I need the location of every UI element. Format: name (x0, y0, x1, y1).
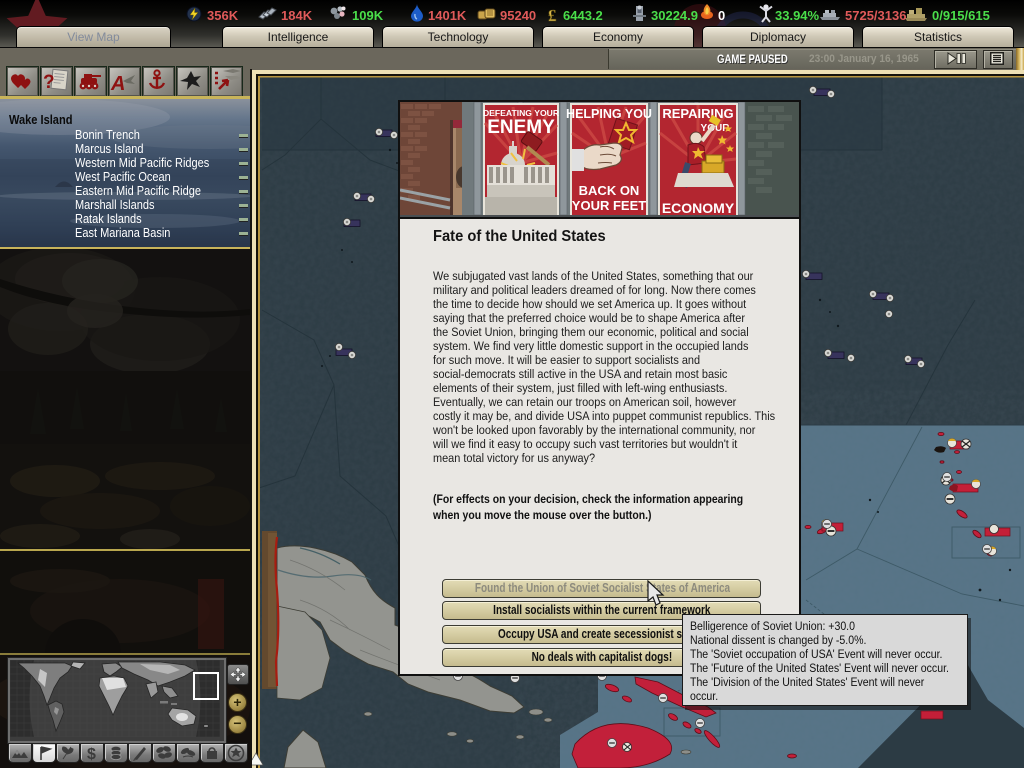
svg-text:A: A (110, 73, 125, 94)
svg-text:BACK ON: BACK ON (579, 183, 640, 198)
svg-text:ECONOMY: ECONOMY (662, 200, 735, 215)
svg-text:HELPING YOU: HELPING YOU (566, 107, 652, 121)
svg-text:$: $ (87, 746, 96, 762)
svg-text:£: £ (548, 6, 557, 25)
svg-text:ENEMY: ENEMY (487, 117, 555, 138)
svg-text:REPAIRING: REPAIRING (662, 106, 733, 121)
svg-text:?: ? (43, 72, 55, 93)
svg-text:YOUR FEET: YOUR FEET (572, 198, 646, 213)
